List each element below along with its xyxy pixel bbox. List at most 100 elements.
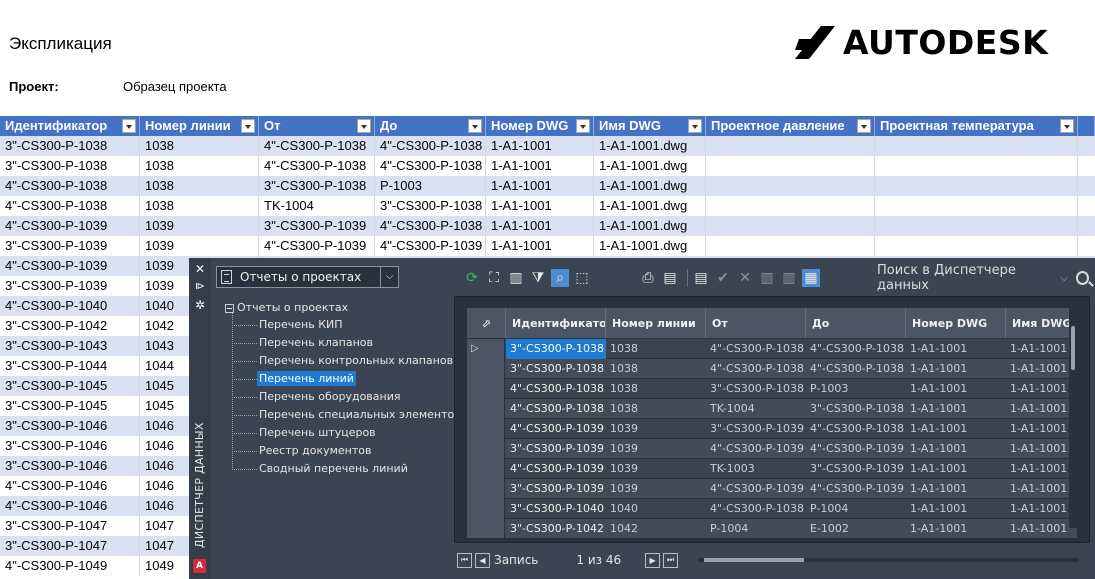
grid-cell-dwg-name[interactable]: 1-A1-1001 <box>1006 379 1077 399</box>
table-row[interactable]: 3"-CS300-P-1038 1038 4"-CS300-P-1038 4"-CS3… <box>0 136 1095 156</box>
grid-cell-dwg-number[interactable]: 1-A1-1001 <box>906 519 1006 538</box>
grid-cell-dwg-number[interactable]: 1-A1-1001 <box>906 399 1006 419</box>
table-row[interactable]: 4"-CS300-P-1038 1038 TK-1004 3"-CS300-P-103… <box>0 196 1095 216</box>
grid-cell-dwg-number[interactable]: 1-A1-1001 <box>906 479 1006 499</box>
data-manager-search[interactable]: Поиск в Диспетчере данных ⌵ <box>877 263 1089 293</box>
grid-header-dwg-number[interactable]: Номер DWG <box>906 308 1006 338</box>
grid-cell-id[interactable]: 3"-CS300-P-1038 <box>506 359 606 379</box>
grid-cell-dwg-name[interactable]: 1-A1-1001 <box>1006 479 1077 499</box>
grid-cell-dwg-name[interactable]: 1-A1-1001 <box>1006 439 1077 459</box>
tree-item[interactable]: Перечень контрольных клапанов <box>232 354 455 367</box>
table-row[interactable]: 3"-CS300-P-1038 1038 4"-CS300-P-1038 4"-CS3… <box>0 156 1095 176</box>
grid-cell-dwg-number[interactable]: 1-A1-1001 <box>906 379 1006 399</box>
grid-cell-from[interactable]: TK-1003 <box>706 459 806 479</box>
row-selector[interactable] <box>467 439 505 459</box>
grid-cell-line-number[interactable]: 1039 <box>606 419 706 439</box>
grid-cell-dwg-name[interactable]: 1-A1-1001 <box>1006 519 1077 538</box>
row-selector[interactable] <box>467 459 505 479</box>
filter-dropdown-icon[interactable] <box>857 119 871 133</box>
select-all-icon[interactable]: ⬀ <box>467 308 506 338</box>
filter-dropdown-icon[interactable] <box>1060 119 1074 133</box>
grid-cell-from[interactable]: 4"-CS300-P-1038 <box>706 499 806 519</box>
table-row[interactable]: 4"-CS300-P-1039 1039 3"-CS300-P-1039 4"-CS3… <box>0 216 1095 236</box>
grid-header-id[interactable]: Идентификатор <box>506 308 606 338</box>
grid-cell-from[interactable]: P-1004 <box>706 519 806 538</box>
grid-horizontal-scrollbar[interactable] <box>699 558 1079 562</box>
tree-item[interactable]: Перечень штуцеров <box>232 426 378 439</box>
zoom-to-icon[interactable]: ⛶ <box>485 269 503 287</box>
view-icon[interactable]: ▦ <box>802 269 820 287</box>
grid-row[interactable]: 3"-CS300-P-1040 1040 4"-CS300-P-1038 P-1004… <box>467 499 1077 519</box>
grid-cell-line-number[interactable]: 1038 <box>606 359 706 379</box>
grid-row[interactable]: 3"-CS300-P-1038 1038 4"-CS300-P-1038 4"-CS3… <box>467 359 1077 379</box>
grid-cell-dwg-number[interactable]: 1-A1-1001 <box>906 359 1006 379</box>
last-record-icon[interactable]: ⏭ <box>663 552 679 568</box>
print-icon[interactable]: ⎙ <box>639 269 657 287</box>
grid-header-line-number[interactable]: Номер линии <box>606 308 706 338</box>
current-row-icon[interactable]: ▷ <box>467 339 505 359</box>
tree-item[interactable]: Перечень КИП <box>232 318 345 331</box>
grid-cell-id[interactable]: 3"-CS300-P-1042 <box>506 519 606 538</box>
chevron-down-icon[interactable]: ⌵ <box>1060 273 1068 284</box>
search-icon[interactable] <box>1075 271 1089 285</box>
grid-row[interactable]: ▷ 3"-CS300-P-1038 1038 4"-CS300-P-1038 4"-CS… <box>467 339 1077 359</box>
grid-cell-dwg-name[interactable]: 1-A1-1001 <box>1006 499 1077 519</box>
grid-cell-dwg-number[interactable]: 1-A1-1001 <box>906 439 1006 459</box>
grid-cell-to[interactable]: 4"-CS300-P-1039 <box>806 479 906 499</box>
filter-dropdown-icon[interactable] <box>688 119 702 133</box>
grid-cell-dwg-name[interactable]: 1-A1-1001 <box>1006 399 1077 419</box>
pin-icon[interactable]: ⧐ <box>194 281 206 293</box>
row-selector[interactable] <box>467 419 505 439</box>
grid-cell-line-number[interactable]: 1039 <box>606 459 706 479</box>
grid-cell-to[interactable]: E-1002 <box>806 519 906 538</box>
report-type-select[interactable]: Отчеты о проектах ⌵ <box>216 266 399 288</box>
grid-cell-to[interactable]: 4"-CS300-P-1038 <box>806 419 906 439</box>
tree-item[interactable]: Перечень специальных элементов <box>232 408 463 421</box>
grid-cell-from[interactable]: 3"-CS300-P-1039 <box>706 419 806 439</box>
accept-icon[interactable]: ✔ <box>714 269 732 287</box>
grid-cell-line-number[interactable]: 1038 <box>606 339 706 359</box>
grid-cell-dwg-name[interactable]: 1-A1-1001 <box>1006 419 1077 439</box>
export-icon[interactable]: ▤ <box>661 269 679 287</box>
grid-cell-to[interactable]: 4"-CS300-P-1038 <box>806 339 906 359</box>
grid-cell-dwg-number[interactable]: 1-A1-1001 <box>906 459 1006 479</box>
filter-dropdown-icon[interactable] <box>576 119 590 133</box>
grid-row[interactable]: 3"-CS300-P-1042 1042 P-1004 E-1002 1-A1-1001… <box>467 519 1077 538</box>
chevron-down-icon[interactable]: ⌵ <box>380 267 398 287</box>
grid-cell-line-number[interactable]: 1039 <box>606 479 706 499</box>
app-badge-icon[interactable]: A <box>193 559 206 573</box>
filter-dropdown-icon[interactable] <box>357 119 371 133</box>
scrollbar-thumb[interactable] <box>1071 326 1075 370</box>
grid-cell-from[interactable]: 4"-CS300-P-1039 <box>706 479 806 499</box>
grid-cell-to[interactable]: P-1004 <box>806 499 906 519</box>
tree-item[interactable]: Перечень клапанов <box>232 336 375 349</box>
filter-dropdown-icon[interactable] <box>241 119 255 133</box>
filter-dropdown-icon[interactable] <box>122 119 136 133</box>
select-icon[interactable]: ⬚ <box>573 269 591 287</box>
grid-cell-id[interactable]: 3"-CS300-P-1039 <box>506 479 606 499</box>
grid-cell-id[interactable]: 4"-CS300-P-1038 <box>506 379 606 399</box>
row-selector[interactable] <box>467 359 505 379</box>
column-icon[interactable]: ▥ <box>507 269 525 287</box>
grid-cell-from[interactable]: TK-1004 <box>706 399 806 419</box>
grid-cell-dwg-name[interactable]: 1-A1-1001 <box>1006 459 1077 479</box>
refresh-icon[interactable]: ⟳ <box>463 269 481 287</box>
table-row[interactable]: 3"-CS300-P-1039 1039 4"-CS300-P-1039 4"-CS3… <box>0 236 1095 256</box>
grid-cell-dwg-number[interactable]: 1-A1-1001 <box>906 339 1006 359</box>
grid-cell-line-number[interactable]: 1042 <box>606 519 706 538</box>
grid-cell-dwg-name[interactable]: 1-A1-1001 <box>1006 339 1077 359</box>
row-selector[interactable] <box>467 519 505 538</box>
grid-cell-id[interactable]: 4"-CS300-P-1038 <box>506 399 606 419</box>
table-row[interactable]: 4"-CS300-P-1038 1038 3"-CS300-P-1038 P-1003… <box>0 176 1095 196</box>
grid-cell-id[interactable]: 4"-CS300-P-1039 <box>506 419 606 439</box>
grid-cell-to[interactable]: 3"-CS300-P-1039 <box>806 459 906 479</box>
grid-cell-id[interactable]: 3"-CS300-P-1039 <box>506 439 606 459</box>
grid-cell-id[interactable]: 4"-CS300-P-1039 <box>506 459 606 479</box>
grid-cell-line-number[interactable]: 1038 <box>606 399 706 419</box>
grid-row[interactable]: 4"-CS300-P-1039 1039 TK-1003 3"-CS300-P-103… <box>467 459 1077 479</box>
accept-all-icon[interactable]: ▥ <box>758 269 776 287</box>
grid-cell-line-number[interactable]: 1038 <box>606 379 706 399</box>
grid-cell-from[interactable]: 4"-CS300-P-1038 <box>706 339 806 359</box>
tree-root[interactable]: Отчеты о проектах <box>225 301 348 314</box>
grid-cell-dwg-number[interactable]: 1-A1-1001 <box>906 419 1006 439</box>
